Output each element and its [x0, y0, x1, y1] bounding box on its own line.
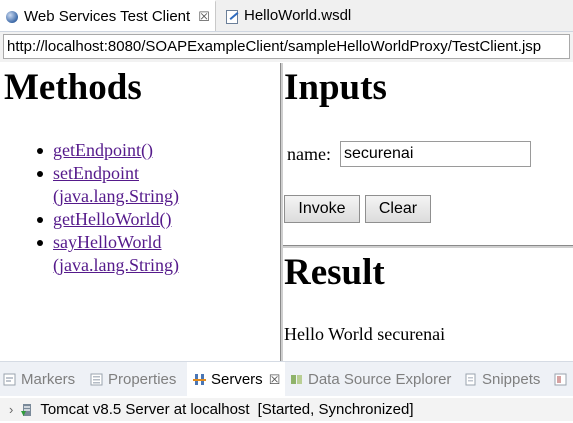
methods-frame: Methods getEndpoint() setEndpoint (java.l… [0, 63, 279, 361]
list-item: setEndpoint (java.lang.String) [37, 162, 179, 208]
name-label: name: [287, 144, 331, 164]
wsdl-file-icon [225, 9, 239, 24]
method-link-sayhelloworld[interactable]: sayHelloWorld (java.lang.String) [53, 232, 179, 275]
markers-icon [3, 373, 16, 386]
list-item: getEndpoint() [37, 139, 179, 162]
properties-icon [90, 373, 103, 386]
server-status: [Started, Synchronized] [257, 401, 414, 418]
tab-helloworld-wsdl[interactable]: HelloWorld.wsdl [222, 0, 372, 31]
name-input[interactable] [340, 141, 531, 167]
methods-heading: Methods [4, 67, 142, 108]
tab-label: Snippets [482, 371, 541, 388]
tab-label: Servers [211, 371, 263, 388]
close-icon[interactable]: ☒ [198, 9, 210, 25]
view-tab-bar: Markers Properties Servers ☒ Data Source… [0, 361, 573, 397]
close-icon[interactable]: ☒ [269, 372, 281, 388]
list-item: getHelloWorld() [37, 208, 179, 231]
data-source-icon [291, 375, 302, 384]
list-item: sayHelloWorld (java.lang.String) [37, 231, 179, 277]
method-link-setendpoint[interactable]: setEndpoint (java.lang.String) [53, 163, 179, 206]
chevron-right-icon[interactable]: › [9, 402, 13, 417]
tab-data-source-explorer[interactable]: Data Source Explorer [290, 362, 451, 397]
test-client-page: Methods getEndpoint() setEndpoint (java.l… [0, 63, 573, 361]
globe-icon [6, 10, 18, 23]
url-input[interactable] [3, 34, 570, 59]
snippets-icon [465, 373, 476, 386]
console-icon [554, 373, 567, 386]
tab-label: Data Source Explorer [308, 371, 452, 388]
tab-label: Web Services Test Client [24, 8, 191, 25]
tab-web-services-test-client[interactable]: Web Services Test Client ☒ [0, 0, 216, 31]
result-heading: Result [284, 252, 385, 293]
tab-label: HelloWorld.wsdl [244, 7, 352, 24]
method-link-getendpoint[interactable]: getEndpoint() [53, 140, 153, 160]
tab-properties[interactable]: Properties [90, 362, 176, 397]
inputs-frame: Inputs name: Invoke Clear [283, 63, 573, 244]
servers-view: › Tomcat v8.5 Server at localhost [Start… [0, 396, 573, 423]
result-frame: Result Hello World securenai [283, 248, 573, 361]
method-list: getEndpoint() setEndpoint (java.lang.Stri… [37, 139, 179, 277]
tab-servers[interactable]: Servers ☒ [187, 362, 285, 397]
editor-tab-bar: Web Services Test Client ☒ HelloWorld.ws… [0, 0, 573, 32]
tab-overflow[interactable] [554, 362, 572, 397]
tab-label: Properties [108, 371, 177, 388]
result-text: Hello World securenai [284, 324, 446, 344]
tab-label: Markers [21, 371, 76, 388]
tomcat-server-icon [21, 403, 32, 416]
invoke-button[interactable]: Invoke [284, 195, 360, 223]
clear-button[interactable]: Clear [365, 195, 431, 223]
tab-markers[interactable]: Markers [3, 362, 75, 397]
inputs-heading: Inputs [284, 67, 387, 108]
tab-snippets[interactable]: Snippets [464, 362, 540, 397]
address-bar [0, 32, 573, 62]
servers-icon [193, 374, 206, 385]
server-name: Tomcat v8.5 Server at localhost [40, 401, 250, 418]
method-link-gethelloworld[interactable]: getHelloWorld() [53, 209, 172, 229]
table-row[interactable]: › Tomcat v8.5 Server at localhost [Start… [0, 398, 573, 421]
